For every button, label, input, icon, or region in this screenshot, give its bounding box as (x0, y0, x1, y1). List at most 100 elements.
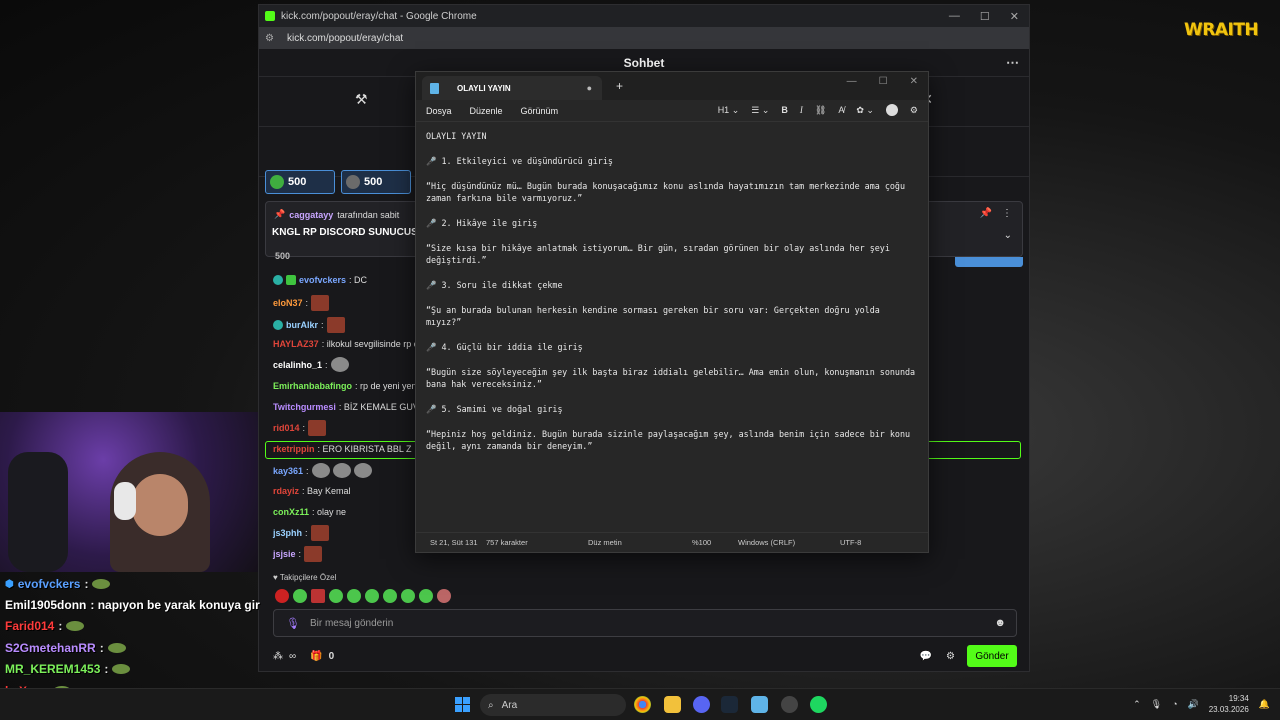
emoji-picker-icon[interactable]: ☻ (994, 617, 1006, 629)
infinity-indicator[interactable]: ∞ (289, 651, 296, 662)
app-icon[interactable] (781, 696, 798, 713)
emote-icon[interactable] (293, 589, 307, 603)
gift-icon[interactable]: 🎁 (310, 651, 322, 662)
doc-line[interactable]: “Hepiniz hoş geldiniz. Bugün burada sizi… (426, 428, 920, 452)
doc-line[interactable]: 🎤 1. Etkileyici ve düşündürücü giriş (426, 155, 920, 167)
doc-line[interactable]: OLAYLI YAYIN (426, 130, 920, 142)
gift-box-1[interactable]: 500 (265, 170, 335, 194)
share-icon[interactable]: ⁂ (273, 651, 283, 662)
italic-icon[interactable]: I (800, 105, 803, 115)
discord-icon[interactable] (693, 696, 710, 713)
gift-box-2[interactable]: 500 (341, 170, 411, 194)
chat-username[interactable]: eloN37 (273, 298, 303, 308)
maximize-button[interactable]: ☐ (980, 10, 990, 23)
doc-line[interactable]: 🎤 2. Hikâye ile giriş (426, 217, 920, 229)
clear-format-icon[interactable]: A̸ (838, 105, 844, 115)
doc-line[interactable]: “Bugün size söyleyeceğim şey ilk başta b… (426, 366, 920, 390)
message-placeholder[interactable]: Bir mesaj gönderin (310, 618, 393, 629)
emote-icon[interactable] (347, 589, 361, 603)
chat-username[interactable]: Emirhanbabafingo (273, 381, 352, 391)
emote-icon[interactable] (275, 589, 289, 603)
chat-username[interactable]: evofvckers (299, 275, 346, 285)
tray-chevron-icon[interactable]: ⌃ (1133, 699, 1141, 710)
emote-icon[interactable] (329, 589, 343, 603)
chat-username[interactable]: conXz11 (273, 507, 309, 517)
doc-line[interactable]: “Şu an burada bulunan herkesin kendine s… (426, 304, 920, 328)
doc-line[interactable]: 🎤 5. Samimi ve doğal giriş (426, 403, 920, 415)
heading-dropdown[interactable]: H1 ⌄ (718, 105, 740, 116)
settings-gear-icon[interactable]: ⚙ (946, 651, 955, 662)
minimize-button[interactable]: — (949, 10, 960, 23)
emote-icon[interactable] (401, 589, 415, 603)
notepad-tab-title[interactable]: OLAYLI YAYIN (457, 84, 511, 93)
clock-date[interactable]: 23.03.2026 (1209, 705, 1249, 714)
notepad-editor[interactable]: OLAYLI YAYIN 🎤 1. Etkileyici ve düşündür… (426, 130, 920, 465)
chat-username[interactable]: kay361 (273, 466, 303, 476)
menu-view[interactable]: Görünüm (521, 106, 559, 116)
text-format[interactable]: Düz metin (588, 538, 692, 547)
copilot-icon[interactable]: ✿ ⌄ (856, 105, 874, 116)
close-button[interactable]: ✕ (1010, 10, 1019, 23)
doc-line[interactable]: “Size kısa bir hikâye anlatmak istiyorum… (426, 242, 920, 266)
chrome-taskbar-icon[interactable] (634, 696, 651, 713)
emote-icon[interactable] (311, 589, 325, 603)
doc-line[interactable]: 🎤 4. Güçlü bir iddia ile giriş (426, 341, 920, 353)
menu-file[interactable]: Dosya (426, 106, 452, 116)
doc-line[interactable]: “Hiç düşündünüz mü… Bugün burada konuşac… (426, 180, 920, 204)
chat-username[interactable]: rid014 (273, 423, 300, 433)
chat-username[interactable]: burAlkr (286, 320, 318, 330)
hammer-icon[interactable]: ⚒ (355, 91, 368, 108)
notepad-maximize-button[interactable]: ☐ (879, 76, 888, 87)
chat-username[interactable]: js3phh (273, 528, 302, 538)
network-icon[interactable]: ◔ (1172, 699, 1177, 709)
notepad-minimize-button[interactable]: — (847, 76, 857, 87)
pinned-more-icon[interactable]: ⋮ (1002, 208, 1012, 219)
clock[interactable]: 19:34 23.03.2026 (1209, 693, 1249, 715)
search-placeholder[interactable]: Ara (502, 700, 518, 711)
chat-username[interactable]: rdayiz (273, 486, 299, 496)
chevron-down-icon[interactable]: ⌄ (1004, 230, 1012, 241)
unpin-icon[interactable]: 📌 (980, 208, 992, 219)
line-ending[interactable]: Windows (CRLF) (738, 538, 840, 547)
emote-icon[interactable] (383, 589, 397, 603)
heading-label[interactable]: H1 (718, 105, 730, 115)
notifications-icon[interactable]: 🔔 (1259, 699, 1270, 710)
pinned-user[interactable]: caggatayy (289, 210, 333, 220)
doc-line[interactable]: 🎤 3. Soru ile dikkat çekme (426, 279, 920, 291)
list-dropdown-icon[interactable]: ☰ ⌄ (751, 105, 769, 116)
file-explorer-icon[interactable] (664, 696, 681, 713)
volume-icon[interactable]: 🔊 (1188, 699, 1199, 710)
chat-username[interactable]: HAYLAZ37 (273, 339, 319, 349)
emote-icon[interactable] (437, 589, 451, 603)
emote-icon[interactable] (365, 589, 379, 603)
more-options-icon[interactable]: ⋯ (1006, 55, 1019, 71)
menu-edit[interactable]: Düzenle (470, 106, 503, 116)
message-input[interactable]: 🎙 Bir mesaj gönderin ☻ (273, 609, 1017, 637)
microphone-icon[interactable]: 🎙 (1151, 699, 1162, 710)
steam-icon[interactable] (721, 696, 738, 713)
new-tab-icon[interactable]: + (616, 79, 623, 93)
site-settings-icon[interactable]: ⚙ (265, 33, 277, 44)
notepad-close-button[interactable]: ✕ (910, 76, 918, 87)
url-text[interactable]: kick.com/popout/eray/chat (287, 33, 403, 44)
chat-bubble-icon[interactable]: 💬 (920, 651, 932, 662)
send-button[interactable]: Gönder (967, 645, 1017, 667)
spotify-icon[interactable] (810, 696, 827, 713)
address-bar[interactable]: ⚙ kick.com/popout/eray/chat (259, 27, 1029, 49)
chat-username[interactable]: rketrippin (273, 444, 315, 454)
notepad-tab[interactable]: OLAYLI YAYIN ● (422, 76, 602, 100)
notepad-taskbar-icon[interactable] (751, 696, 768, 713)
chat-username[interactable]: jsjsie (273, 549, 296, 559)
emote-icon[interactable] (419, 589, 433, 603)
mic-icon[interactable]: 🎙 (286, 617, 300, 630)
settings-gear-icon[interactable]: ⚙ (910, 105, 918, 116)
bold-icon[interactable]: B (781, 105, 788, 115)
taskbar-search[interactable]: ⌕ Ara (480, 694, 626, 716)
zoom-level[interactable]: %100 (692, 538, 738, 547)
account-avatar-icon[interactable] (885, 104, 898, 116)
unsaved-dot-icon[interactable]: ● (587, 83, 592, 93)
link-icon[interactable]: ⛓ (815, 105, 826, 116)
chat-username[interactable]: celalinho_1 (273, 360, 322, 370)
encoding[interactable]: UTF-8 (840, 538, 861, 547)
windows-start-icon[interactable] (455, 697, 470, 712)
